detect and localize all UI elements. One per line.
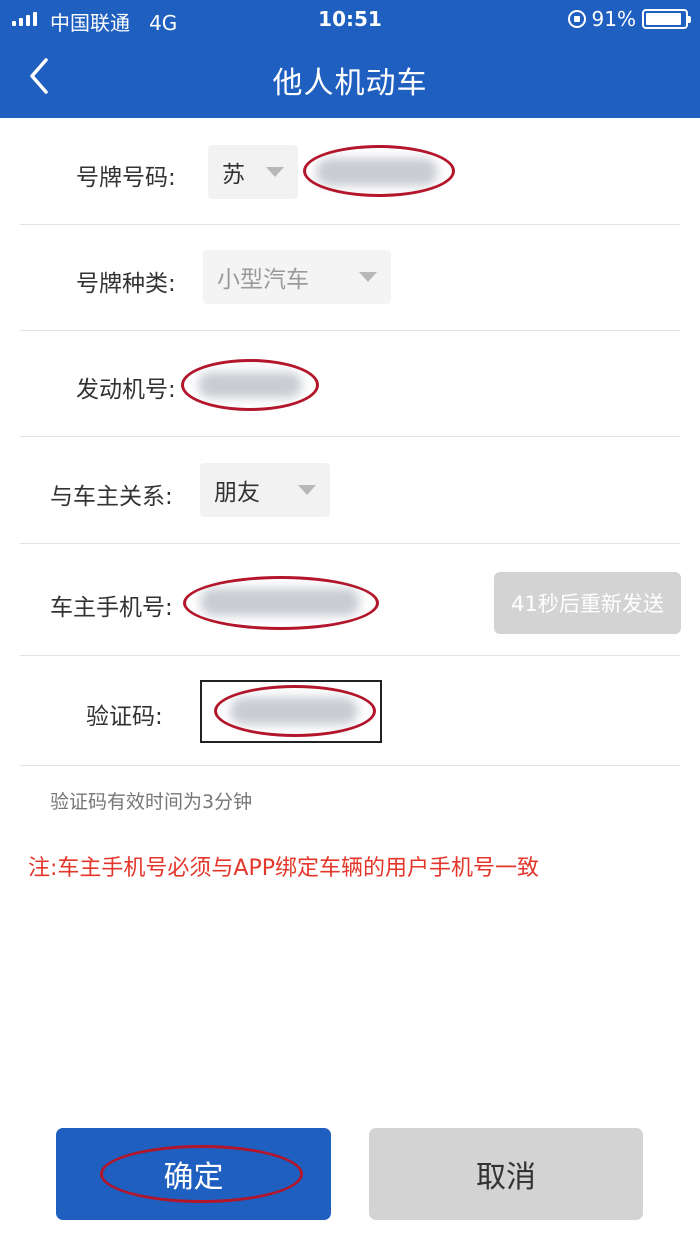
phone-binding-note: 注:车主手机号必须与APP绑定车辆的用户手机号一致 <box>28 856 539 881</box>
divider <box>20 224 680 225</box>
annotation-circle <box>183 576 379 630</box>
battery-percent: 91% <box>591 7 636 31</box>
app-header: 中国联通 4G 10:51 91% 他人机动车 <box>0 0 700 118</box>
annotation-circle <box>100 1145 303 1203</box>
resend-code-button[interactable]: 41秒后重新发送 <box>494 572 681 634</box>
annotation-circle <box>303 145 455 197</box>
verify-code-label: 验证码: <box>86 704 163 730</box>
province-value: 苏 <box>222 162 245 188</box>
battery-icon <box>642 9 691 29</box>
page-title: 他人机动车 <box>272 66 428 101</box>
chevron-down-icon <box>298 485 316 495</box>
status-bar: 中国联通 4G 10:51 91% <box>0 0 700 38</box>
cancel-button[interactable]: 取消 <box>369 1128 643 1220</box>
navigation-bar: 他人机动车 <box>0 38 700 118</box>
chevron-down-icon <box>359 272 377 282</box>
province-select[interactable]: 苏 <box>208 145 298 199</box>
resend-code-label: 41秒后重新发送 <box>511 592 664 616</box>
relation-value: 朋友 <box>214 480 260 506</box>
plate-number-label: 号牌号码: <box>76 165 176 191</box>
chevron-down-icon <box>266 167 284 177</box>
plate-type-value: 小型汽车 <box>217 267 309 293</box>
relation-label: 与车主关系: <box>50 484 173 510</box>
status-right: 91% <box>567 7 691 31</box>
divider <box>20 543 680 544</box>
plate-type-select[interactable]: 小型汽车 <box>203 250 391 304</box>
plate-type-label: 号牌种类: <box>76 271 176 297</box>
engine-number-label: 发动机号: <box>76 377 176 403</box>
annotation-circle <box>214 685 376 737</box>
cancel-label: 取消 <box>476 1160 536 1195</box>
battery-fill <box>646 13 681 25</box>
orientation-lock-icon <box>567 10 586 28</box>
divider <box>20 765 680 766</box>
divider <box>20 655 680 656</box>
annotation-circle <box>181 359 319 411</box>
verify-code-hint: 验证码有效时间为3分钟 <box>50 791 253 813</box>
relation-select[interactable]: 朋友 <box>200 463 330 517</box>
owner-phone-label: 车主手机号: <box>50 595 173 621</box>
divider <box>20 330 680 331</box>
divider <box>20 436 680 437</box>
